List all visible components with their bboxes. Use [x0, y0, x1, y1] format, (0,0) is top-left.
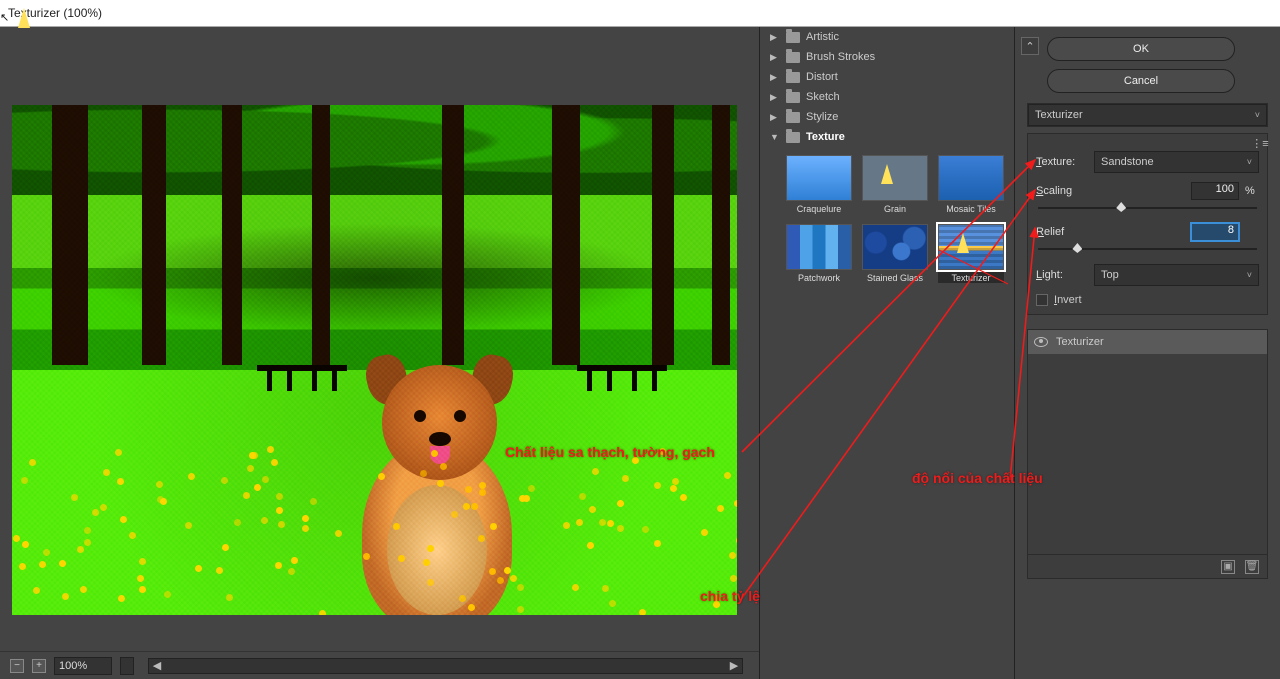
- light-label: Light:: [1036, 269, 1088, 281]
- zoom-out-button[interactable]: −: [10, 659, 24, 673]
- light-select-value: Top: [1101, 269, 1119, 281]
- disclosure-icon: ▶: [770, 32, 780, 43]
- thumb-label: Craquelure: [786, 201, 852, 214]
- scroll-left-icon[interactable]: ◀: [149, 659, 165, 673]
- checkbox-icon: [1036, 294, 1048, 306]
- new-effect-layer-button[interactable]: ▣: [1221, 560, 1235, 574]
- disclosure-icon: ▼: [770, 132, 780, 142]
- category-texture[interactable]: ▼ Texture: [760, 127, 1014, 147]
- thumb-stained-glass[interactable]: Stained Glass: [862, 224, 928, 283]
- thumb-label: Mosaic Tiles: [938, 201, 1004, 214]
- folder-icon: [786, 32, 800, 43]
- chevron-down-icon: ˅: [1247, 157, 1252, 167]
- filter-gallery: ▶ Artistic▶ Brush Strokes▶ Distort▶ Sket…: [760, 27, 1015, 679]
- texture-label: Texture:: [1036, 156, 1088, 168]
- zoom-in-button[interactable]: +: [32, 659, 46, 673]
- relief-label: Relief: [1036, 226, 1088, 238]
- folder-icon: [786, 52, 800, 63]
- disclosure-icon: ▶: [770, 52, 780, 63]
- texture-menu-icon[interactable]: ⋮≡: [1251, 134, 1269, 152]
- preview-canvas: [12, 105, 737, 615]
- zoom-field[interactable]: 100%: [54, 657, 112, 675]
- folder-icon: [786, 112, 800, 123]
- scroll-right-icon[interactable]: ▶: [726, 659, 742, 673]
- controls-panel: ⌃ OK Cancel Texturizer ˅ ⋮≡ Texture: San…: [1015, 27, 1280, 679]
- category-label: Artistic: [806, 31, 839, 43]
- invert-checkbox[interactable]: Invert: [1036, 294, 1259, 306]
- scaling-input[interactable]: 100: [1191, 182, 1239, 200]
- delete-effect-layer-button[interactable]: 🗑: [1245, 560, 1259, 574]
- scaling-label: Scaling: [1036, 185, 1088, 197]
- thumb-label: Stained Glass: [862, 270, 928, 283]
- category-label: Sketch: [806, 91, 840, 103]
- relief-slider[interactable]: [1038, 243, 1257, 255]
- filter-params: ⋮≡ Texture: Sandstone ˅ Scaling 100 % Re…: [1027, 133, 1268, 315]
- chevron-down-icon: ˅: [1247, 270, 1252, 280]
- main-layout: − + 100% ◀ ▶ ▶ Artistic▶ Brush Strokes▶ …: [0, 27, 1280, 679]
- thumb-grain[interactable]: Grain: [862, 155, 928, 214]
- category-distort[interactable]: ▶ Distort: [760, 67, 1014, 87]
- thumb-label: Grain: [862, 201, 928, 214]
- folder-icon: [786, 72, 800, 83]
- disclosure-icon: ▶: [770, 72, 780, 83]
- thumb-mosaic-tiles[interactable]: Mosaic Tiles: [938, 155, 1004, 214]
- folder-icon: [786, 92, 800, 103]
- folder-icon: [786, 132, 800, 143]
- disclosure-icon: ▶: [770, 92, 780, 103]
- thumb-label: Texturizer: [938, 270, 1004, 283]
- preview-panel: − + 100% ◀ ▶: [0, 27, 760, 679]
- category-sketch[interactable]: ▶ Sketch: [760, 87, 1014, 107]
- category-label: Texture: [806, 131, 845, 143]
- scaling-suffix: %: [1245, 185, 1259, 197]
- filter-select[interactable]: Texturizer ˅: [1028, 104, 1267, 126]
- thumb-texturizer[interactable]: Texturizer: [938, 224, 1004, 283]
- effect-layer-row[interactable]: Texturizer: [1028, 330, 1267, 354]
- category-stylize[interactable]: ▶ Stylize: [760, 107, 1014, 127]
- collapse-gallery-button[interactable]: ⌃: [1021, 37, 1039, 55]
- preview-hscrollbar[interactable]: ◀ ▶: [148, 658, 743, 674]
- category-brush-strokes[interactable]: ▶ Brush Strokes: [760, 47, 1014, 67]
- cursor-icon: ↖: [0, 11, 9, 24]
- preview-footer: − + 100% ◀ ▶: [0, 651, 759, 679]
- thumb-craquelure[interactable]: Craquelure: [786, 155, 852, 214]
- thumb-label: Patchwork: [786, 270, 852, 283]
- effect-layers: Texturizer ▣ 🗑: [1027, 329, 1268, 579]
- effect-layer-name: Texturizer: [1056, 336, 1104, 348]
- chevron-down-icon: ˅: [1255, 110, 1260, 120]
- category-label: Brush Strokes: [806, 51, 875, 63]
- thumb-patchwork[interactable]: Patchwork: [786, 224, 852, 283]
- category-label: Distort: [806, 71, 838, 83]
- light-select[interactable]: Top ˅: [1094, 264, 1259, 286]
- scaling-slider[interactable]: [1038, 202, 1257, 214]
- category-label: Stylize: [806, 111, 838, 123]
- preview-image: [12, 105, 737, 615]
- disclosure-icon: ▶: [770, 112, 780, 123]
- window-titlebar: Texturizer (100%): [0, 0, 1280, 27]
- texture-select[interactable]: Sandstone ˅: [1094, 151, 1259, 173]
- category-artistic[interactable]: ▶ Artistic: [760, 27, 1014, 47]
- preview-viewport[interactable]: [0, 27, 759, 651]
- visibility-icon[interactable]: [1034, 337, 1048, 347]
- cancel-button[interactable]: Cancel: [1047, 69, 1235, 93]
- zoom-dropdown[interactable]: [120, 657, 134, 675]
- texture-select-value: Sandstone: [1101, 156, 1154, 168]
- invert-label: Invert: [1054, 294, 1082, 306]
- filter-select-value: Texturizer: [1035, 109, 1083, 121]
- ok-button[interactable]: OK: [1047, 37, 1235, 61]
- relief-input[interactable]: 8: [1191, 223, 1239, 241]
